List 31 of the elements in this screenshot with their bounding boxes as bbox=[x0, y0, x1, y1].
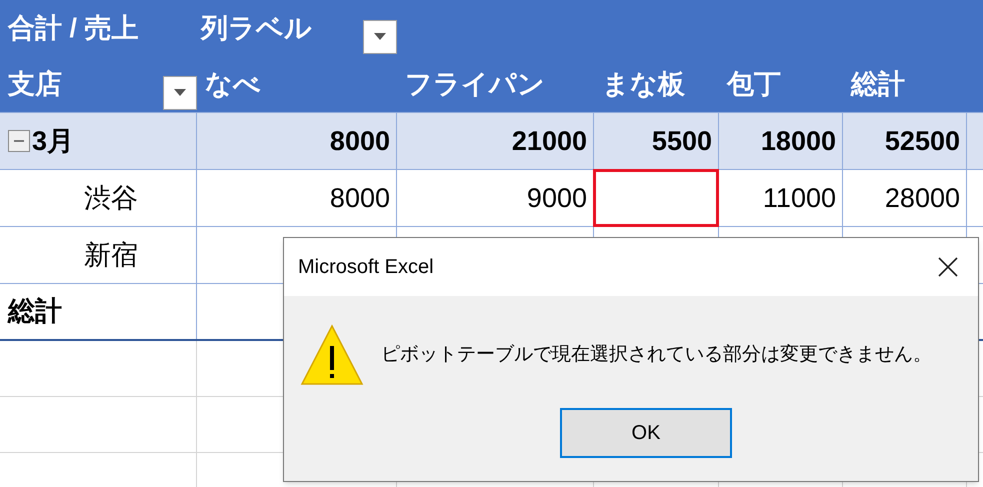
pivot-title: 合計 / 売上 bbox=[8, 12, 139, 46]
column-header: 総計 bbox=[851, 68, 905, 102]
value-cell-text: 8000 bbox=[330, 182, 390, 215]
column-header: フライパン bbox=[405, 68, 545, 102]
row-header: 渋谷 bbox=[84, 182, 138, 215]
value-cell-text: 18000 bbox=[760, 124, 836, 158]
value-cell-text: 5500 bbox=[652, 124, 712, 158]
column-label: 列ラベル bbox=[201, 12, 312, 46]
collapse-button[interactable] bbox=[8, 130, 30, 152]
row-header: 3月 bbox=[32, 124, 74, 158]
column-header: まな板 bbox=[602, 68, 685, 102]
warning-icon bbox=[300, 324, 364, 386]
row-header: 総計 bbox=[8, 295, 62, 328]
row-header: 新宿 bbox=[84, 238, 138, 272]
value-cell-text: 8000 bbox=[330, 124, 390, 158]
caret-icon bbox=[174, 89, 186, 96]
row-label: 支店 bbox=[8, 68, 62, 102]
caret-icon bbox=[374, 33, 386, 40]
value-cell-text: 21000 bbox=[512, 124, 587, 158]
column-header: なべ bbox=[205, 68, 261, 102]
value-cell-text: 9000 bbox=[526, 182, 587, 215]
filter-dropdown-button[interactable] bbox=[163, 76, 197, 110]
value-cell-text: 28000 bbox=[884, 182, 960, 215]
value-cell-text: 11000 bbox=[762, 182, 836, 215]
value-cell-text: 52500 bbox=[884, 124, 960, 158]
close-icon[interactable] bbox=[938, 257, 958, 277]
ok-button[interactable]: OK bbox=[560, 408, 732, 458]
column-header: 包丁 bbox=[727, 68, 781, 102]
filter-dropdown-button[interactable] bbox=[363, 20, 397, 54]
dialog-title: Microsoft Excel bbox=[298, 255, 434, 280]
dialog-message: ピボットテーブルで現在選択されている部分は変更できません。 bbox=[381, 342, 932, 367]
